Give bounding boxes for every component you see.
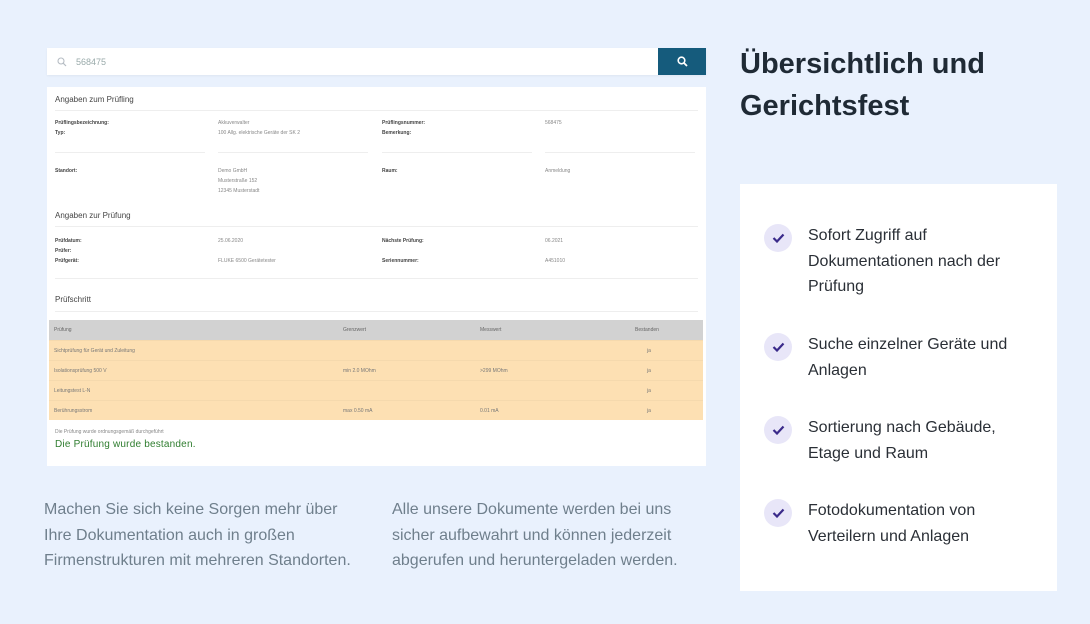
field-label: Nächste Prüfung: [382, 238, 424, 244]
field-value: Akkuverwalter [218, 120, 250, 126]
page-title-line: Übersichtlich und [740, 48, 985, 80]
check-icon [764, 224, 792, 252]
divider [55, 226, 698, 227]
feature-text: Fotodokumentation von Verteilern und Anl… [808, 502, 976, 545]
field-label: Prüflingsnummer: [382, 120, 426, 126]
field-value: Demo GmbH [218, 168, 248, 174]
table-cell: Isolationsprüfung 500 V [54, 368, 107, 374]
search-bar [47, 48, 706, 75]
column-header: Prüfung [54, 327, 72, 333]
field-label: Bemerkung: [382, 130, 412, 136]
field-label: Typ: [55, 130, 66, 136]
table-cell: ja [647, 388, 651, 394]
divider [55, 110, 698, 111]
result-passed: Die Prüfung wurde bestanden. [55, 439, 196, 450]
field-label: Prüfer: [55, 248, 72, 254]
page-title: Übersichtlich und Gerichtsfest [740, 43, 1040, 127]
field-label: Prüflingsbezeichnung: [55, 120, 109, 126]
field-value: 25.06.2020 [218, 238, 244, 244]
feature-text: Sortierung nach Gebäude, Etage und Raum [808, 419, 996, 462]
check-icon [764, 499, 792, 527]
check-icon [764, 333, 792, 361]
table-cell: Berührungsstrom [54, 408, 93, 414]
list-item: Sofort Zugriff auf Dokumentationen nach … [764, 224, 1038, 300]
column-header: Messwert [480, 327, 502, 333]
feature-text: Suche einzelner Geräte und Anlagen [808, 336, 1008, 379]
field-label: Standort: [55, 168, 78, 174]
table-cell: Sichtprüfung für Gerät und Zuleitung [54, 348, 135, 354]
search-button[interactable] [658, 48, 706, 75]
field-label: Prüfdatum: [55, 238, 82, 244]
table-cell: max 0.50 mA [343, 408, 373, 414]
field-value: 568475 [545, 120, 562, 126]
search-input[interactable] [74, 48, 658, 75]
table-cell: min 2.0 MOhm [343, 368, 376, 374]
field-label: Raum: [382, 168, 398, 174]
table-cell: ja [647, 368, 651, 374]
search-icon [50, 48, 74, 75]
table-cell: ja [647, 408, 651, 414]
divider [55, 311, 698, 312]
field-value: A451010 [545, 258, 566, 264]
steps-table: Prüfung Grenzwert Messwert Bestanden Sic… [49, 320, 703, 420]
page-title-line: Gerichtsfest [740, 90, 910, 122]
feature-text: Sofort Zugriff auf Dokumentationen nach … [808, 227, 1001, 295]
divider [545, 152, 695, 153]
search-icon [676, 56, 688, 67]
field-value: 12345 Musterstadt [218, 188, 260, 194]
table-row: Sichtprüfung für Gerät und Zuleitung ja [49, 340, 703, 360]
inspection-report-card: Angaben zum Prüfling Prüflingsbezeichnun… [47, 87, 706, 466]
divider [382, 152, 532, 153]
divider [55, 278, 698, 279]
field-value: 100 Allg. elektrische Geräte der SK 2 [218, 130, 300, 136]
field-value: Anmeldung [545, 168, 571, 174]
section-title-test: Angaben zur Prüfung [55, 211, 131, 220]
table-row: Isolationsprüfung 500 V min 2.0 MOhm >29… [49, 360, 703, 380]
section-title-device: Angaben zum Prüfling [55, 95, 134, 104]
list-item: Sortierung nach Gebäude, Etage und Raum [764, 416, 1038, 466]
check-icon [764, 416, 792, 444]
divider [55, 152, 205, 153]
feature-list: Sofort Zugriff auf Dokumentationen nach … [740, 184, 1057, 591]
table-row: Leitungstest L-N ja [49, 380, 703, 400]
field-label: Prüfgerät: [55, 258, 79, 264]
column-header: Grenzwert [343, 327, 367, 333]
description-right: Alle unsere Dokumente werden bei uns sic… [392, 501, 678, 569]
description-left: Machen Sie sich keine Sorgen mehr über I… [44, 501, 351, 569]
list-item: Suche einzelner Geräte und Anlagen [764, 333, 1038, 383]
table-cell: >299 MOhm [480, 368, 508, 374]
table-cell: Leitungstest L-N [54, 388, 91, 394]
field-value: 06.2021 [545, 238, 564, 244]
field-label: Seriennummer: [382, 258, 419, 264]
table-cell: ja [647, 348, 651, 354]
list-item: Fotodokumentation von Verteilern und Anl… [764, 499, 1038, 549]
column-header: Bestanden [635, 327, 659, 333]
divider [218, 152, 368, 153]
field-value: Musterstraße 152 [218, 178, 258, 184]
field-value: FLUKE 6500 Gerätetester [218, 258, 276, 264]
result-note: Die Prüfung wurde ordnungsgemäß durchgef… [55, 429, 164, 435]
table-row: Berührungsstrom max 0.50 mA 0.01 mA ja [49, 400, 703, 420]
table-header: Prüfung Grenzwert Messwert Bestanden [49, 320, 703, 340]
table-cell: 0.01 mA [480, 408, 499, 414]
section-title-steps: Prüfschritt [55, 295, 92, 304]
